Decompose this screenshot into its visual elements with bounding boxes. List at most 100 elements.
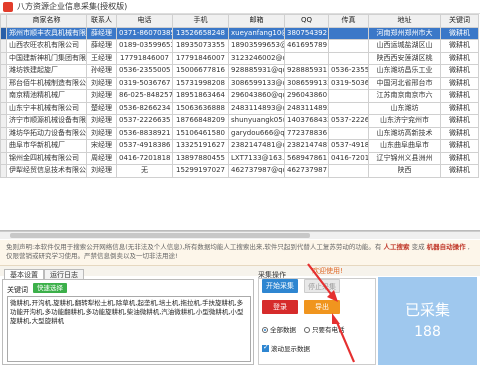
table-cell[interactable]: xueyanfang10@qq [228, 26, 285, 40]
table-cell[interactable]: 曲阜市华新机械厂 [6, 139, 87, 153]
table-cell[interactable]: 王经理 [86, 51, 117, 65]
tab-basic-settings[interactable]: 基本设置 [4, 269, 44, 279]
table-cell[interactable]: 微耕机 [440, 76, 479, 90]
table-cell[interactable]: 18903599653@ [228, 39, 285, 53]
column-header[interactable]: 关键词 [440, 14, 479, 28]
table-cell[interactable]: 薛经理 [86, 26, 117, 40]
table-cell[interactable]: 15731998208 [172, 76, 229, 90]
table-cell[interactable] [328, 51, 369, 65]
table-cell[interactable]: 0536-235500 [328, 64, 369, 78]
table-cell[interactable]: 15299197027 [172, 164, 229, 178]
column-header[interactable]: 联系人 [86, 14, 117, 28]
table-cell[interactable]: 462737987 [284, 164, 329, 178]
table-cell[interactable]: 1403768432 [284, 114, 329, 128]
table-cell[interactable]: 中国建新神机门集团有限 [6, 51, 87, 65]
results-grid[interactable]: 商家名称联系人电话手机邮箱QQ传真地址关键词 郑州市顺丰农具机械有限公司薛经理0… [0, 14, 480, 231]
table-cell[interactable]: 461695789 [284, 39, 329, 53]
table-cell[interactable]: 潍坊华拓动力设备有限公 [6, 126, 87, 140]
table-cell[interactable]: 山西农旺农机有限公司 [6, 39, 87, 53]
table-cell[interactable]: 2483114893@qq [228, 101, 285, 115]
table-row[interactable]: 伊犁经贸信息技术有限公 刘经理无 15299197027 462737987@qq 46… [0, 164, 479, 178]
tab-run-log[interactable]: 运行日志 [44, 269, 84, 279]
table-cell[interactable]: 微耕机 [440, 126, 479, 140]
table-cell[interactable]: 928885931@qq. [228, 64, 285, 78]
table-cell[interactable]: 18935073355 [172, 39, 229, 53]
table-cell[interactable]: 86-025-8482578 [116, 89, 173, 103]
table-cell[interactable]: 2483114893 [284, 101, 329, 115]
table-cell[interactable] [328, 126, 369, 140]
table-cell[interactable]: 微耕机 [440, 64, 479, 78]
scrollbar-thumb[interactable] [10, 233, 310, 238]
table-cell[interactable]: 刘经理 [86, 89, 117, 103]
table-cell[interactable]: shunyuangk05@ [228, 114, 285, 128]
table-cell[interactable]: 河南郑州郑州市大 [368, 26, 441, 40]
table-cell[interactable]: 陕西西安莲湖区桃 [368, 51, 441, 65]
table-cell[interactable]: 江苏南京南京市六 [368, 89, 441, 103]
table-cell[interactable]: 刘经理 [86, 164, 117, 178]
table-cell[interactable]: 郑州市顺丰农具机械有限公司 [6, 26, 87, 40]
table-row[interactable]: 中国建新神机门集团有限 王经理 17791846007 17791846007 3123… [0, 51, 479, 65]
table-cell[interactable]: 宋经理 [86, 139, 117, 153]
table-row[interactable]: 山东宁丰机械有限公司 楚经理 0536-8266234 15063636888 2483… [0, 101, 479, 115]
column-header[interactable]: 手机 [172, 14, 229, 28]
table-cell[interactable]: 3086599133 [284, 76, 329, 90]
table-cell[interactable]: 18766848209 [172, 114, 229, 128]
table-cell[interactable]: 17791846007 [116, 51, 173, 65]
table-cell[interactable]: 微耕机 [440, 114, 479, 128]
table-cell[interactable]: 陕西 [368, 164, 441, 178]
table-cell[interactable]: 0416-7201818 [116, 151, 173, 165]
table-cell[interactable]: 辽宁锦州义县洲州 [368, 151, 441, 165]
table-cell[interactable]: 0537-4918386 [116, 139, 173, 153]
table-row[interactable]: 济宁市顺源机械设备有限 刘经理 0537-2226635 18766848209 shu… [0, 114, 479, 128]
table-cell[interactable]: 13526658248 [172, 26, 229, 40]
table-cell[interactable]: 2382147481 [284, 139, 329, 153]
table-cell[interactable]: 楚经理 [86, 101, 117, 115]
table-cell[interactable] [328, 164, 369, 178]
radio-phone-only[interactable]: 只要有电话 [304, 324, 345, 334]
table-cell[interactable]: 928885931 [284, 64, 329, 78]
table-cell[interactable]: 0537-491838 [328, 139, 369, 153]
table-cell[interactable]: 微耕机 [440, 151, 479, 165]
table-cell[interactable] [328, 101, 369, 115]
table-cell[interactable]: 山东曲阜曲阜市 [368, 139, 441, 153]
table-cell[interactable]: garydou666@qq [228, 126, 285, 140]
quick-select-button[interactable]: 快速选择 [33, 283, 67, 293]
column-header[interactable]: 商家名称 [6, 14, 87, 28]
table-cell[interactable]: 0537-2226635 [116, 114, 173, 128]
column-header[interactable]: 传真 [328, 14, 369, 28]
table-cell[interactable]: 潍坊铁建起旋厂 [6, 64, 87, 78]
table-cell[interactable]: 772378836 [284, 126, 329, 140]
table-cell[interactable]: 3086599133@qq [228, 76, 285, 90]
table-cell[interactable]: 山东济宁兖州市 [368, 114, 441, 128]
table-cell[interactable]: 微耕机 [440, 89, 479, 103]
table-cell[interactable]: 3123246002@qq [228, 51, 285, 65]
table-cell[interactable] [328, 89, 369, 103]
table-cell[interactable]: 18951863464 [172, 89, 229, 103]
table-cell[interactable]: 无 [116, 164, 173, 178]
table-cell[interactable]: 锦州金四机械有限公司 [6, 151, 87, 165]
table-row[interactable]: 山西农旺农机有限公司 薛经理 0189-03599653 18935073355 189… [0, 39, 479, 53]
table-cell[interactable]: 462737987@qq [228, 164, 285, 178]
table-row[interactable]: 曲阜市华新机械厂 宋经理 0537-4918386 13325191627 238214… [0, 139, 479, 153]
table-cell[interactable]: 0536-2355005 [116, 64, 173, 78]
table-row[interactable]: 潍坊华拓动力设备有限公 刘经理 0536-8838921 15106461580 gar… [0, 126, 479, 140]
table-cell[interactable]: 0371-86070385 [116, 26, 173, 40]
table-cell[interactable]: 山东潍坊 [368, 101, 441, 115]
table-row[interactable]: 潍坊铁建起旋厂 孙经理 0536-2355005 15006677816 9288859… [0, 64, 479, 78]
horizontal-scrollbar[interactable] [0, 231, 480, 239]
table-cell[interactable]: 刘经理 [86, 126, 117, 140]
stop-collect-button[interactable]: 停止采集 [304, 279, 340, 293]
table-cell[interactable]: 薛经理 [86, 39, 117, 53]
table-cell[interactable]: 孙经理 [86, 64, 117, 78]
scroll-display-checkbox[interactable]: 滚动显示数据 [262, 343, 310, 353]
table-cell[interactable]: 0536-8266234 [116, 101, 173, 115]
table-cell[interactable]: 17791846007 [172, 51, 229, 65]
table-cell[interactable]: 邢台佰牛机械制造有限公司 [6, 76, 87, 90]
table-cell[interactable] [328, 39, 369, 53]
table-cell[interactable]: 山东潍坊昌乐工业 [368, 64, 441, 78]
table-cell[interactable]: 微耕机 [440, 26, 479, 40]
column-header[interactable]: 电话 [116, 14, 173, 28]
table-cell[interactable]: 南京精池精机械厂 [6, 89, 87, 103]
table-cell[interactable]: 0416-720181 [328, 151, 369, 165]
table-cell[interactable]: 13325191627 [172, 139, 229, 153]
